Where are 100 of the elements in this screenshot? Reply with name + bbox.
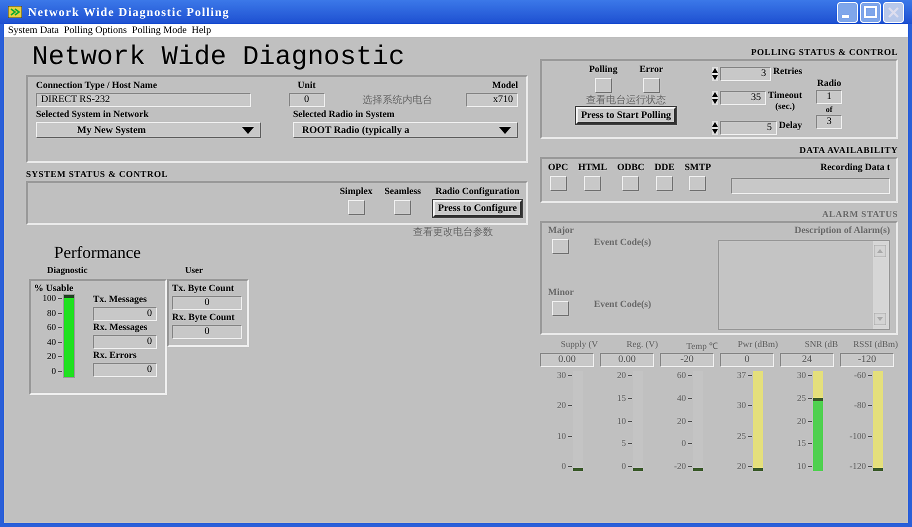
field-label: Selected Radio in System bbox=[293, 110, 396, 120]
field-label: Retries bbox=[773, 67, 802, 77]
tick-label: -120 bbox=[850, 462, 866, 471]
performance-title: Performance bbox=[54, 243, 142, 263]
meter-label: Reg. (V) bbox=[626, 339, 658, 351]
group-title: Diagnostic bbox=[47, 265, 88, 275]
tick-label: 0 bbox=[52, 366, 56, 376]
spinner-arrows-icon[interactable] bbox=[712, 67, 718, 81]
tick-label: 40 bbox=[47, 338, 56, 347]
field-label: Model bbox=[492, 81, 518, 91]
indicator-label: Polling bbox=[588, 65, 618, 75]
text-field[interactable] bbox=[731, 178, 890, 194]
meter-reading: 0.00 bbox=[540, 353, 594, 367]
field-label: Unit bbox=[298, 81, 316, 91]
spinner-arrows-icon[interactable] bbox=[712, 91, 718, 105]
indicator-label: OPC bbox=[548, 163, 568, 173]
tick-label: 20 bbox=[737, 462, 746, 471]
tick-label: 0 bbox=[682, 439, 686, 448]
field-label: Recording Data t bbox=[819, 163, 890, 173]
tick-label: 15 bbox=[617, 394, 626, 403]
meter-reading: 0.00 bbox=[600, 353, 654, 367]
field-label: Timeout bbox=[768, 91, 802, 101]
field-label: Connection Type / Host Name bbox=[36, 81, 158, 91]
text-field[interactable]: DIRECT RS-232 bbox=[36, 93, 251, 107]
tick-label: 100 bbox=[42, 294, 56, 303]
section-title: ALARM STATUS bbox=[821, 209, 898, 219]
section-title: SYSTEM STATUS & CONTROL bbox=[26, 169, 169, 179]
indicator-label: Minor bbox=[548, 288, 574, 298]
window-title: Network Wide Diagnostic Polling bbox=[28, 4, 231, 20]
tick-label: 20 bbox=[677, 416, 686, 426]
tick-label: -20 bbox=[674, 462, 686, 471]
meter-label: SNR (dB bbox=[804, 339, 838, 351]
meter-label: Supply (V bbox=[560, 339, 598, 351]
field-label: Event Code(s) bbox=[594, 300, 652, 310]
counter-label: Tx. Byte Count bbox=[172, 284, 236, 294]
field-label: Selected System in Network bbox=[36, 110, 150, 120]
field-label: Delay bbox=[778, 121, 802, 131]
dropdown-arrow-icon bbox=[242, 126, 254, 134]
minimize-icon[interactable] bbox=[837, 2, 858, 22]
indicator-label: SMTP bbox=[684, 163, 711, 173]
spinner-arrows-icon[interactable] bbox=[712, 121, 718, 135]
section-title: DATA AVAILABILITY bbox=[798, 145, 898, 155]
meter-label: Pwr (dBm) bbox=[736, 339, 778, 351]
section-title: POLLING STATUS & CONTROL bbox=[750, 47, 898, 57]
counter-label: Rx. Byte Count bbox=[172, 313, 236, 323]
menu-item[interactable]: Polling Mode bbox=[132, 24, 187, 37]
meter-label: Temp ℃ bbox=[685, 340, 718, 351]
tick-label: 20 bbox=[47, 352, 56, 362]
counter-field: 0 bbox=[172, 325, 242, 339]
indicator-label: Seamless bbox=[384, 187, 421, 197]
tick-label: 30 bbox=[737, 401, 746, 410]
counter-field: 0 bbox=[93, 335, 157, 349]
close-icon[interactable] bbox=[883, 2, 904, 22]
dropdown-arrow-icon bbox=[499, 126, 511, 134]
counter-field: 0 bbox=[172, 296, 242, 310]
dropdown[interactable]: ROOT Radio (typically a bbox=[293, 122, 518, 138]
tick-label: 0 bbox=[622, 462, 626, 471]
meter-label: RSSI (dBm) bbox=[852, 339, 898, 351]
indicator-label: Major bbox=[548, 226, 574, 236]
number-field[interactable]: 35 bbox=[720, 91, 766, 105]
text-field[interactable]: x710 bbox=[466, 93, 518, 107]
tick-label: 40 bbox=[677, 394, 686, 403]
meter-reading: 0 bbox=[720, 353, 774, 367]
number-field[interactable]: 5 bbox=[720, 121, 777, 135]
tick-label: -60 bbox=[854, 371, 866, 380]
tick-label: 10 bbox=[797, 462, 806, 471]
number-field: 1 bbox=[816, 90, 842, 104]
menu-item[interactable]: Polling Options bbox=[64, 24, 127, 37]
tick-label: 20 bbox=[557, 401, 566, 410]
field-label: Event Code(s) bbox=[594, 238, 652, 248]
start-polling-button[interactable]: Press to Start Polling bbox=[576, 107, 676, 124]
indicator-label: Simplex bbox=[340, 187, 372, 197]
menu-item[interactable]: System Data bbox=[8, 24, 59, 37]
tick-label: 25 bbox=[797, 394, 806, 403]
meter-reading: -120 bbox=[840, 353, 894, 367]
tick-label: -80 bbox=[854, 401, 866, 410]
of-label: of bbox=[826, 105, 832, 114]
annotation-text: 查看电台运行状态 bbox=[586, 94, 666, 107]
tick-label: 10 bbox=[617, 416, 626, 426]
number-field[interactable]: 3 bbox=[720, 67, 772, 81]
tick-label: 20 bbox=[797, 416, 806, 426]
tick-label: 30 bbox=[557, 371, 566, 380]
indicator-label: ODBC bbox=[617, 163, 645, 173]
indicator-label: Error bbox=[639, 65, 664, 75]
gauge-label: % Usable bbox=[34, 284, 74, 294]
text-field[interactable]: 0 bbox=[288, 93, 325, 107]
indicator-label: DDE bbox=[654, 163, 675, 173]
menu-item[interactable]: Help bbox=[192, 24, 212, 37]
dropdown[interactable]: My New System bbox=[36, 122, 261, 138]
annotation-text: 查看更改电台参数 bbox=[413, 226, 493, 239]
counter-label: Rx. Errors bbox=[93, 351, 138, 361]
control-label: Radio Configuration bbox=[435, 187, 520, 197]
tick-label: 15 bbox=[797, 439, 806, 448]
counter-label: Rx. Messages bbox=[93, 323, 148, 333]
tick-label: 0 bbox=[562, 462, 566, 471]
unit-label: (sec.) bbox=[775, 101, 795, 111]
tick-label: -100 bbox=[850, 432, 866, 441]
tick-label: 80 bbox=[47, 308, 56, 318]
maximize-icon[interactable] bbox=[860, 2, 881, 22]
configure-button[interactable]: Press to Configure bbox=[432, 200, 522, 217]
